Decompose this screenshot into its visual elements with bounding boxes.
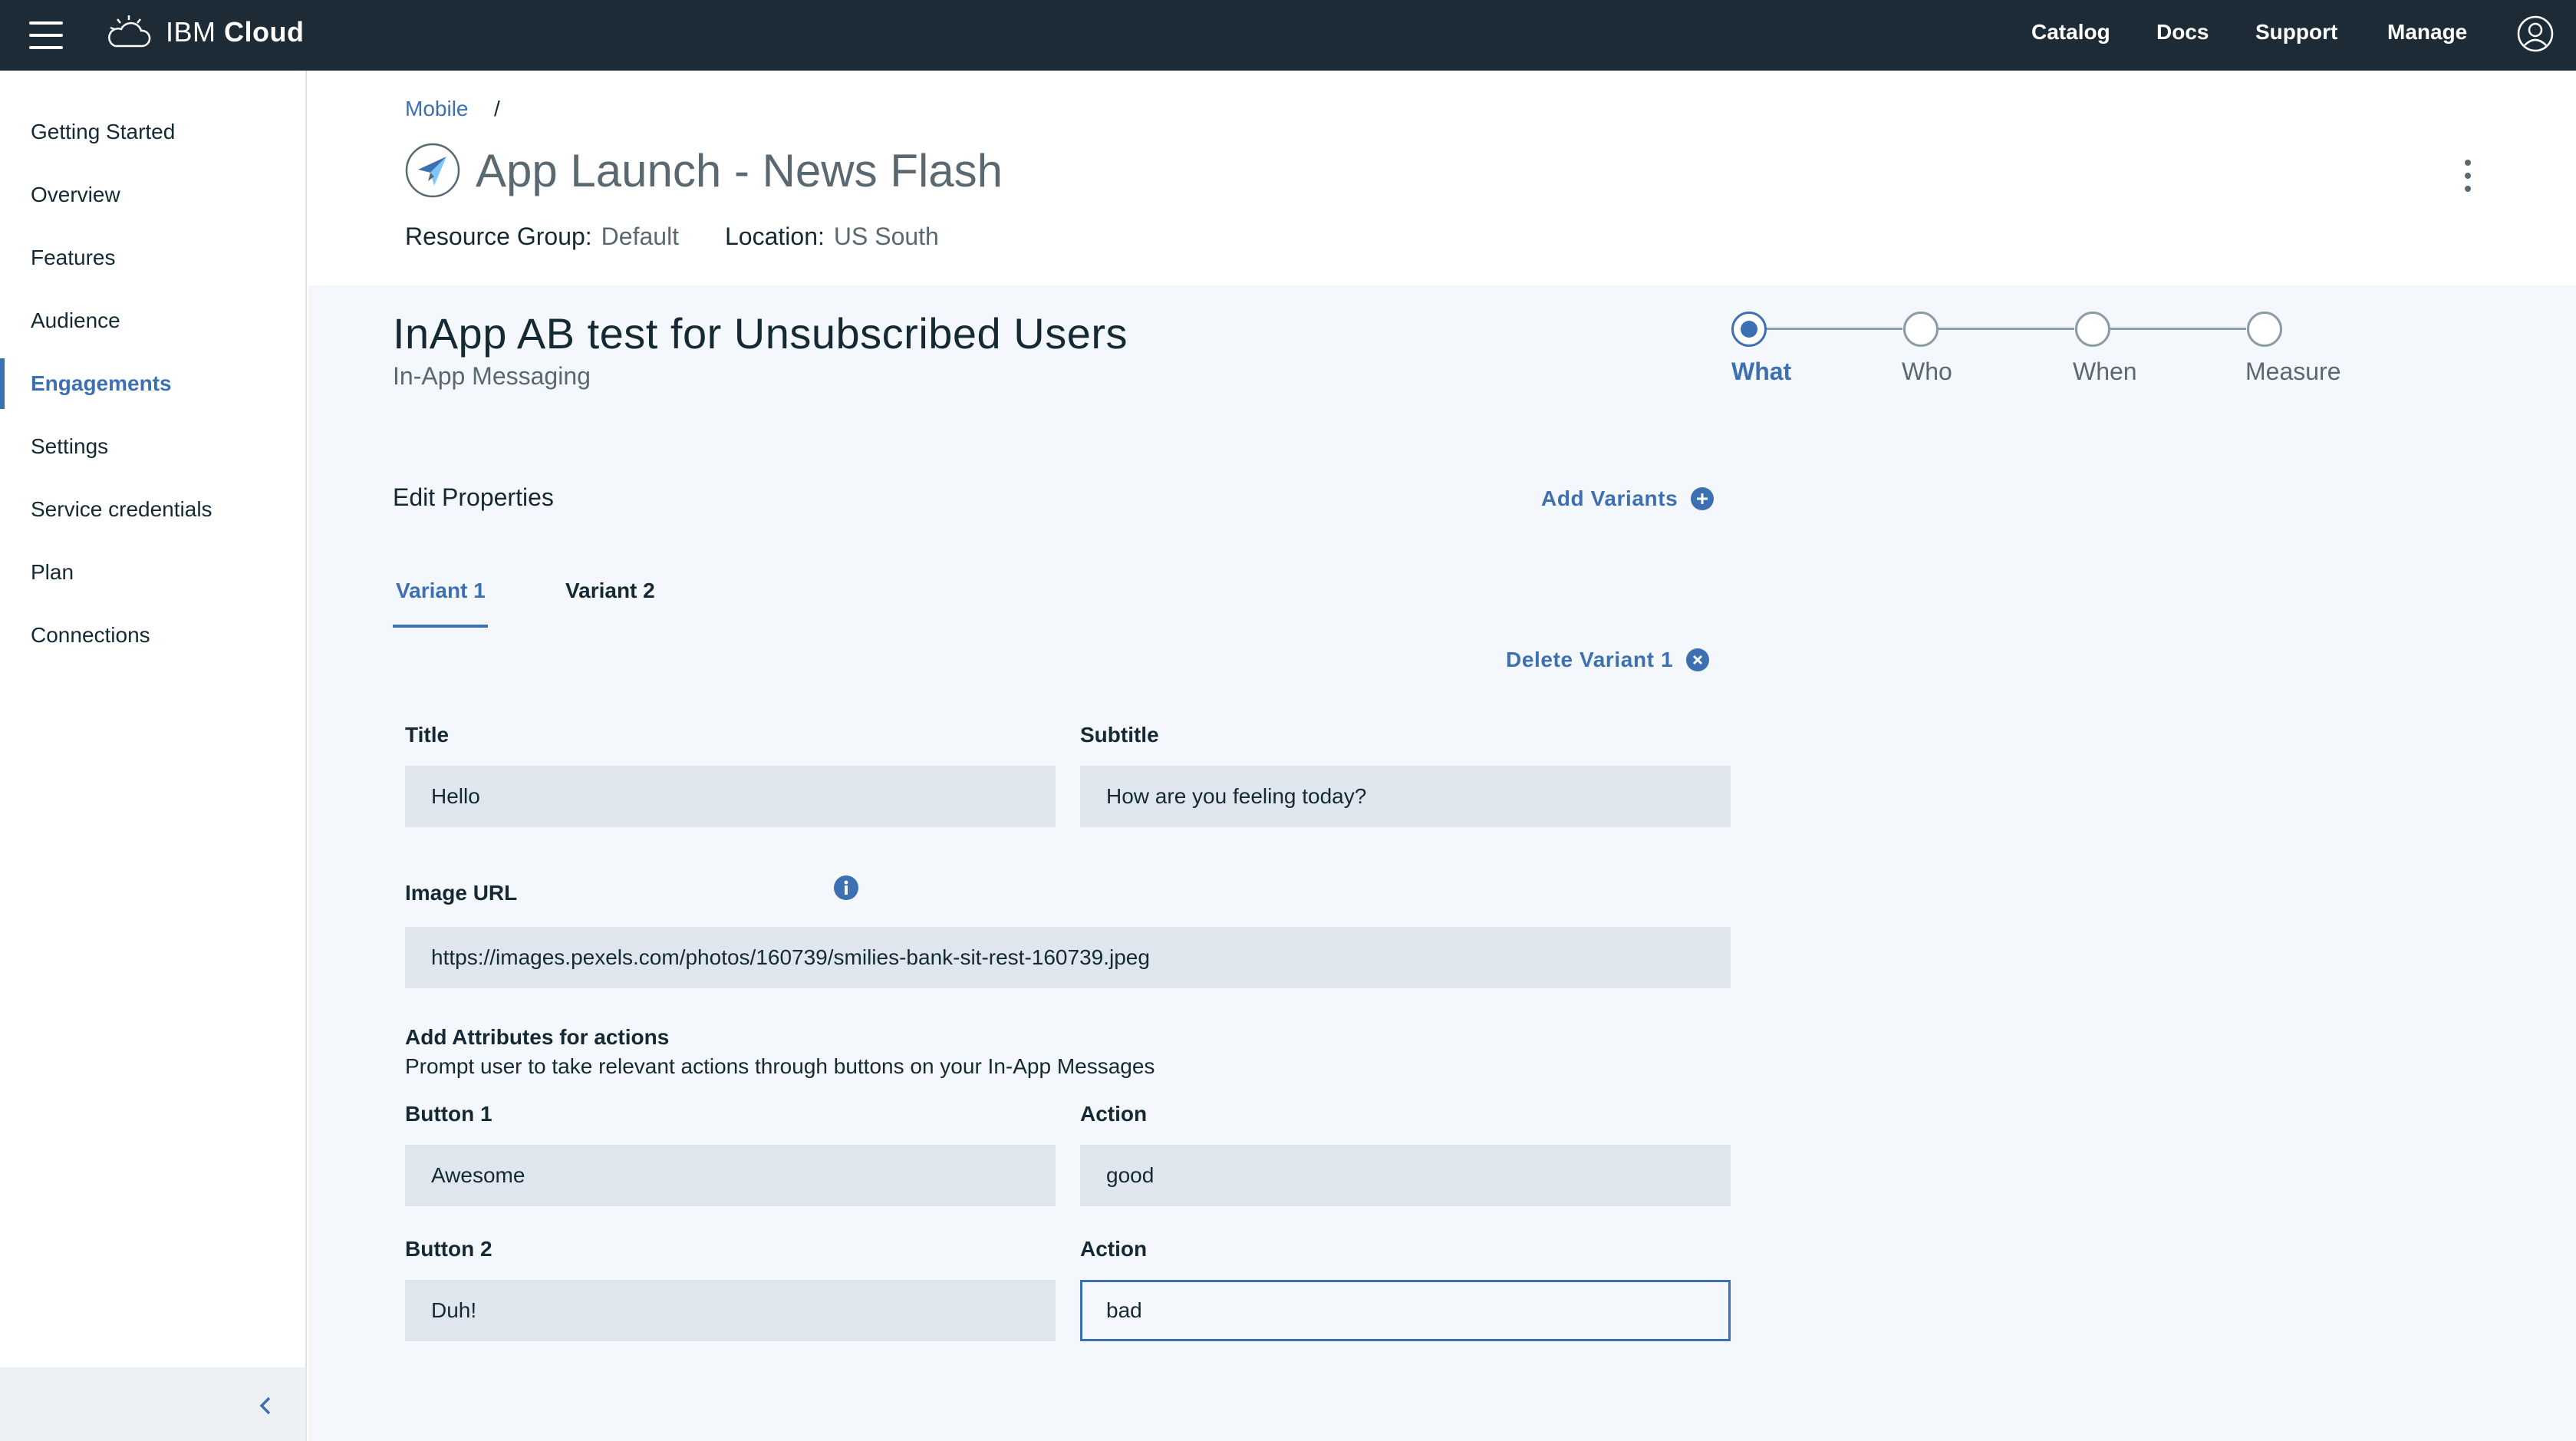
edit-properties-heading: Edit Properties — [393, 483, 554, 511]
breadcrumb-separator: / — [494, 97, 500, 120]
resource-group-value: Default — [601, 223, 680, 250]
subtitle-input[interactable] — [1080, 766, 1731, 827]
button2-input[interactable] — [405, 1280, 1056, 1341]
close-circle-icon — [1686, 648, 1710, 671]
stepper-line — [1921, 328, 2074, 330]
add-variants-button[interactable]: Add Variants — [1541, 483, 1715, 514]
breadcrumb-mobile[interactable]: Mobile — [405, 97, 468, 121]
brand-name: Cloud — [224, 16, 305, 48]
cloud-icon[interactable] — [106, 12, 152, 54]
engagement-type: In-App Messaging — [393, 362, 591, 390]
sidebar-item-connections[interactable]: Connections — [0, 608, 305, 662]
tab-variant-1[interactable]: Variant 1 — [396, 575, 486, 606]
button1-label: Button 1 — [405, 1102, 492, 1126]
button1-input[interactable] — [405, 1145, 1056, 1206]
paper-plane-icon — [405, 143, 460, 198]
kebab-icon[interactable] — [2462, 160, 2473, 198]
attributes-description: Prompt user to take relevant actions thr… — [405, 1054, 1155, 1078]
nav-catalog[interactable]: Catalog — [2031, 18, 2110, 46]
location-value: US South — [833, 223, 939, 250]
step-what-label[interactable]: What — [1731, 356, 1791, 387]
sidebar-item-settings[interactable]: Settings — [0, 420, 305, 473]
step-when-indicator[interactable] — [2075, 312, 2110, 347]
hamburger-icon[interactable] — [29, 21, 63, 49]
image-url-input[interactable] — [405, 927, 1731, 988]
chevron-left-icon[interactable] — [256, 1395, 275, 1416]
brand-logo-text[interactable]: IBM Cloud — [166, 14, 305, 51]
stepper-line — [1749, 328, 1902, 330]
step-what-indicator[interactable] — [1731, 312, 1767, 347]
step-measure-label[interactable]: Measure — [2245, 356, 2341, 387]
page-title: App Launch - News Flash — [476, 145, 1003, 196]
attributes-heading: Add Attributes for actions — [405, 1025, 670, 1049]
active-tab-indicator — [393, 625, 488, 628]
title-label: Title — [405, 723, 450, 747]
nav-manage[interactable]: Manage — [2387, 18, 2467, 46]
page-header: Mobile / App Launch - News Flash Resourc… — [308, 71, 2576, 285]
nav-support[interactable]: Support — [2255, 18, 2337, 46]
sidebar-collapse-bar[interactable] — [0, 1367, 305, 1441]
sidebar-item-features[interactable]: Features — [0, 231, 305, 285]
nav-docs[interactable]: Docs — [2156, 18, 2209, 46]
sidebar-item-audience[interactable]: Audience — [0, 294, 305, 348]
engagement-title: InApp AB test for Unsubscribed Users — [393, 309, 1128, 358]
subtitle-label: Subtitle — [1080, 723, 1159, 747]
step-who-indicator[interactable] — [1903, 312, 1939, 347]
sidebar-item-plan[interactable]: Plan — [0, 546, 305, 599]
stepper-line — [2093, 328, 2246, 330]
plus-circle-icon — [1691, 487, 1715, 510]
action1-label: Action — [1080, 1102, 1148, 1126]
location-label: Location: — [725, 223, 825, 250]
action2-input[interactable] — [1080, 1280, 1731, 1341]
tab-variant-2[interactable]: Variant 2 — [565, 575, 655, 606]
action2-label: Action — [1080, 1237, 1148, 1261]
image-url-label: Image URL — [405, 881, 518, 905]
brand-prefix: IBM — [166, 16, 216, 48]
location: Location: US South — [725, 221, 939, 252]
sidebar-item-overview[interactable]: Overview — [0, 168, 305, 222]
step-who-label[interactable]: Who — [1902, 356, 1952, 387]
main-content: InApp AB test for Unsubscribed Users In-… — [308, 285, 2576, 1441]
delete-variant-button[interactable]: Delete Variant 1 — [1506, 645, 1710, 675]
info-icon[interactable] — [833, 875, 859, 901]
action1-input[interactable] — [1080, 1145, 1731, 1206]
step-when-label[interactable]: When — [2073, 356, 2137, 387]
title-input[interactable] — [405, 766, 1056, 827]
resource-group-label: Resource Group: — [405, 223, 592, 250]
sidebar-item-getting-started[interactable]: Getting Started — [0, 105, 305, 159]
delete-variant-label: Delete Variant 1 — [1506, 648, 1674, 671]
step-measure-indicator[interactable] — [2247, 312, 2282, 347]
user-icon[interactable] — [2516, 15, 2555, 53]
sidebar-item-engagements[interactable]: Engagements — [0, 357, 305, 411]
sidebar: Getting Started Overview Features Audien… — [0, 71, 307, 1441]
button2-label: Button 2 — [405, 1237, 492, 1261]
top-bar: IBM Cloud Catalog Docs Support Manage — [0, 0, 2576, 71]
sidebar-item-service-credentials[interactable]: Service credentials — [0, 483, 305, 536]
add-variants-label: Add Variants — [1541, 486, 1678, 510]
resource-group: Resource Group: Default — [405, 221, 679, 252]
